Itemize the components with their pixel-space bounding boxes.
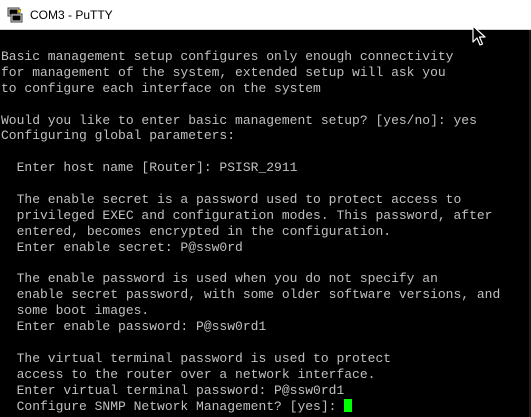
terminal-line-text: The enable password is used when you do … — [1, 271, 438, 287]
terminal-line-text: enable secret password, with some older … — [1, 287, 501, 303]
terminal-line-text: Enter enable password: P@ssw0rd1 — [1, 319, 267, 335]
terminal-line-text: Enter virtual terminal password: P@ssw0r… — [1, 382, 345, 398]
terminal-line-text: Configuring global parameters: — [1, 128, 236, 144]
mouse-pointer-icon — [472, 25, 486, 46]
terminal-line: enable secret password, with some older … — [1, 287, 501, 303]
terminal-line: The enable password is used when you do … — [1, 271, 500, 287]
terminal-line: Basic management setup configures only e… — [1, 49, 500, 65]
text-cursor — [344, 398, 353, 412]
terminal-line: Would you like to enter basic management… — [1, 113, 500, 129]
terminal-line-text: for management of the system, extended s… — [1, 64, 446, 80]
putty-icon — [7, 7, 23, 23]
terminal-line-text: Configure SNMP Network Management? [yes]… — [1, 398, 345, 414]
terminal-line-text: The virtual terminal password is used to… — [1, 350, 392, 366]
terminal-line: The virtual terminal password is used to… — [1, 351, 500, 367]
terminal-line-text: Enter host name [Router]: PSISR_2911 — [1, 160, 298, 176]
terminal-line-text: to configure each interface on the syste… — [1, 80, 321, 96]
terminal-line: Enter virtual terminal password: P@ssw0r… — [1, 383, 500, 399]
terminal-line-text: Basic management setup configures only e… — [1, 49, 454, 64]
terminal-line: access to the router over a network inte… — [1, 367, 500, 383]
terminal-line-text: access to the router over a network inte… — [1, 366, 376, 382]
terminal-line: entered, becomes encrypted in the config… — [1, 224, 500, 240]
terminal-line-text: some boot images. — [1, 303, 150, 319]
terminal-line: Enter host name [Router]: PSISR_2911 — [1, 160, 500, 176]
terminal-line: Configure SNMP Network Management? [yes]… — [1, 398, 500, 415]
title-bar[interactable]: COM3 - PuTTY — [0, 0, 531, 30]
terminal-line-text: Would you like to enter basic management… — [1, 112, 477, 128]
terminal-screen[interactable]: Basic management setup configures only e… — [0, 30, 531, 417]
terminal-line: to configure each interface on the syste… — [1, 81, 500, 97]
terminal-line: Configuring global parameters: — [1, 128, 500, 144]
terminal-line-text: Enter enable secret: P@ssw0rd — [1, 239, 243, 255]
terminal-line: The enable secret is a password used to … — [1, 192, 500, 208]
terminal-line-text: The enable secret is a password used to … — [1, 192, 462, 208]
terminal-line: privileged EXEC and configuration modes.… — [1, 208, 500, 224]
terminal-line-text: entered, becomes encrypted in the config… — [1, 223, 392, 239]
putty-window: COM3 - PuTTY Basic management setup conf… — [0, 0, 531, 417]
window-title: COM3 - PuTTY — [30, 8, 113, 22]
terminal-line: Enter enable secret: P@ssw0rd — [1, 240, 500, 256]
terminal-line: some boot images. — [1, 303, 500, 319]
terminal-line-text: privileged EXEC and configuration modes.… — [1, 207, 493, 223]
terminal-output: Basic management setup configures only e… — [1, 49, 500, 414]
terminal-line: Enter enable password: P@ssw0rd1 — [1, 319, 500, 335]
terminal-line: for management of the system, extended s… — [1, 65, 500, 81]
